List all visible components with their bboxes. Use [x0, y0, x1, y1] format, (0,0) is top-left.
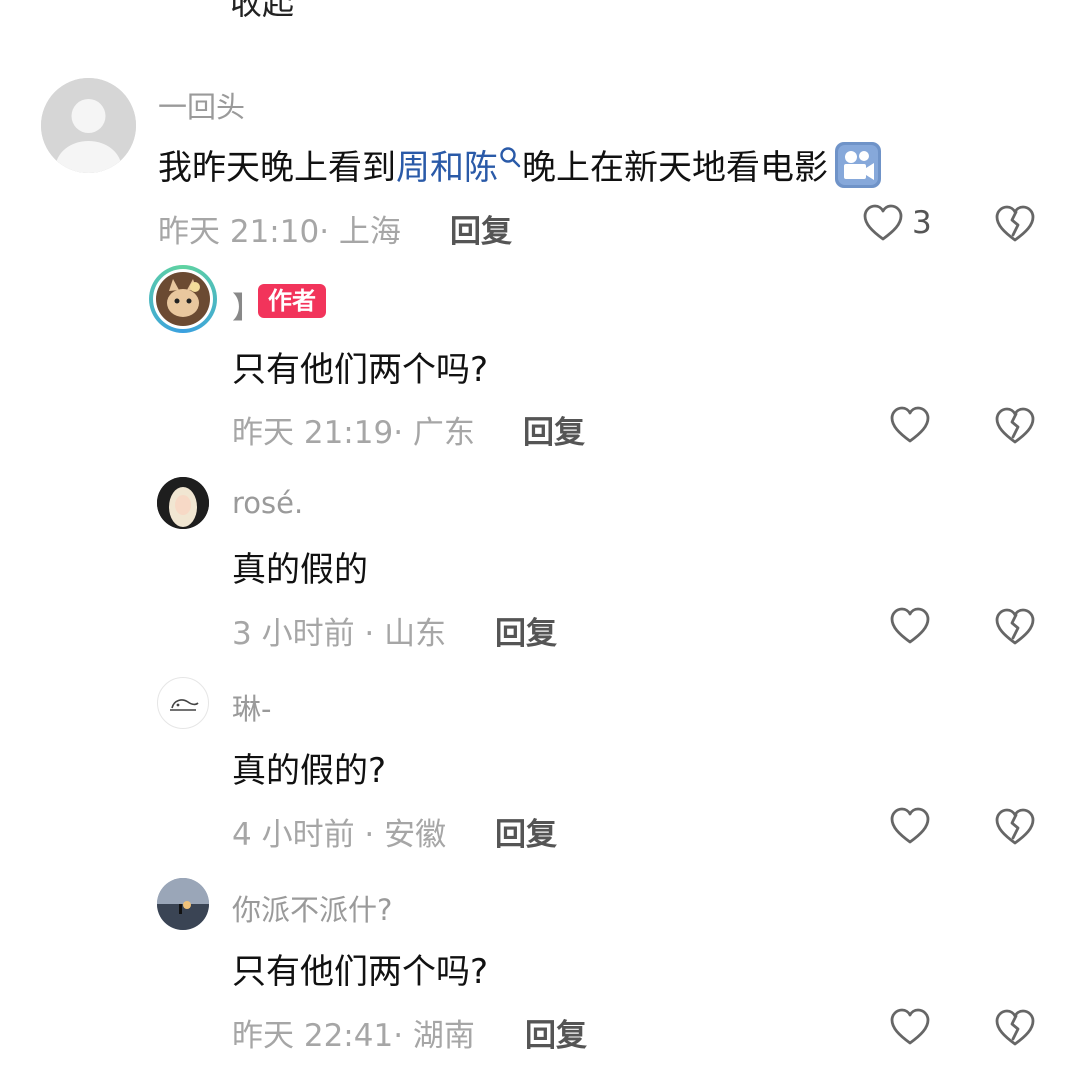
- broken-heart-icon: [995, 808, 1035, 845]
- broken-heart-icon: [995, 407, 1035, 444]
- topic-link[interactable]: 周和陈: [396, 148, 498, 188]
- avatar[interactable]: [149, 265, 217, 333]
- search-icon[interactable]: [498, 138, 522, 178]
- avatar[interactable]: [157, 878, 209, 930]
- comment-meta: 昨天 21:10· 上海: [158, 214, 401, 250]
- dislike-button[interactable]: [993, 1007, 1037, 1053]
- avatar[interactable]: [41, 78, 136, 173]
- like-button[interactable]: [889, 405, 931, 445]
- sunset-photo-avatar: [157, 878, 209, 930]
- like-count: 3: [912, 205, 932, 241]
- reply-button[interactable]: 回复: [523, 407, 585, 452]
- movie-camera-emoji-icon: [834, 141, 882, 198]
- reply-username[interactable]: 琳-: [232, 686, 271, 728]
- reply-username[interactable]: 你派不派什?: [232, 887, 392, 929]
- comment-text: 我昨天晚上看到周和陈 晚上在新天地看电影: [158, 140, 882, 198]
- comment-text-before: 我昨天晚上看到: [158, 148, 396, 188]
- like-button[interactable]: 3: [862, 203, 932, 243]
- heart-icon: [863, 204, 903, 241]
- comment-username[interactable]: 一回头: [158, 84, 245, 126]
- dislike-button[interactable]: [993, 806, 1037, 852]
- broken-heart-icon: [995, 608, 1035, 645]
- like-button[interactable]: [889, 606, 931, 646]
- heart-icon: [890, 607, 930, 644]
- reply-text: 只有他们两个吗?: [232, 350, 489, 390]
- like-button[interactable]: [889, 806, 931, 846]
- reply-meta: 3 小时前 · 山东: [232, 616, 447, 652]
- dislike-button[interactable]: [993, 203, 1037, 249]
- user-photo-avatar: [157, 477, 209, 529]
- default-user-icon: [41, 78, 136, 173]
- dislike-button[interactable]: [993, 405, 1037, 451]
- broken-heart-icon: [995, 205, 1035, 242]
- reply-button[interactable]: 回复: [495, 809, 557, 854]
- reply-username[interactable]: rosé.: [232, 486, 303, 520]
- reply-meta: 4 小时前 · 安徽: [232, 817, 447, 853]
- like-button[interactable]: [889, 1007, 931, 1047]
- reply-text: 真的假的?: [232, 751, 387, 791]
- heart-icon: [890, 406, 930, 443]
- reply-button[interactable]: 回复: [450, 206, 512, 251]
- reply-button[interactable]: 回复: [495, 608, 557, 653]
- cartoon-sketch-avatar: [170, 699, 199, 711]
- avatar[interactable]: [157, 677, 209, 729]
- avatar[interactable]: [157, 477, 209, 529]
- reply-button[interactable]: 回复: [525, 1010, 587, 1055]
- dislike-button[interactable]: [993, 606, 1037, 652]
- reply-meta: 昨天 22:41· 湖南: [232, 1018, 475, 1054]
- heart-icon: [890, 807, 930, 844]
- reply-text: 只有他们两个吗?: [232, 952, 489, 992]
- broken-heart-icon: [995, 1009, 1035, 1046]
- reply-text: 真的假的: [232, 550, 368, 590]
- collapse-text[interactable]: 收起: [230, 0, 294, 24]
- reply-meta: 昨天 21:19· 广东: [232, 415, 475, 451]
- comment-text-after: 晚上在新天地看电影: [522, 148, 828, 188]
- heart-icon: [890, 1008, 930, 1045]
- author-badge: 作者: [258, 284, 326, 318]
- cat-avatar-image: [153, 269, 213, 329]
